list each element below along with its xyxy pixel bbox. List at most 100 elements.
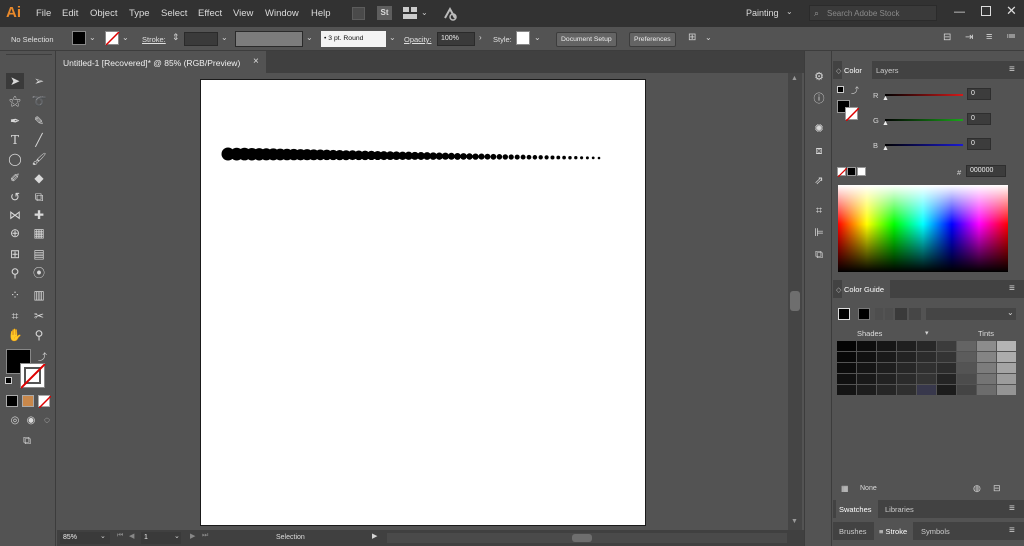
maximize-button[interactable]	[981, 6, 991, 16]
scroll-thumb[interactable]	[790, 291, 800, 311]
menu-object[interactable]: Object	[90, 8, 117, 19]
guide-swatch[interactable]	[877, 385, 896, 395]
chevron-down-icon[interactable]: ⌄	[306, 33, 313, 42]
export-icon[interactable]: ⇗	[810, 173, 828, 189]
menu-select[interactable]: Select	[161, 8, 187, 19]
menu-file[interactable]: File	[36, 8, 51, 19]
chevron-down-icon[interactable]: ⌄	[174, 532, 180, 540]
edit-colors-icon[interactable]: ◍	[973, 483, 981, 494]
pathfinder-icon[interactable]: ⧉	[810, 247, 828, 263]
guide-swatch[interactable]	[957, 363, 976, 373]
hand-tool-icon[interactable]: ✋	[6, 327, 24, 343]
slice-tool-icon[interactable]: ✂	[30, 308, 48, 324]
blend-tool-icon[interactable]: ⦿	[30, 265, 48, 281]
menu-edit[interactable]: Edit	[62, 8, 78, 19]
default-colors-icon[interactable]	[837, 86, 844, 93]
none-mode-icon[interactable]	[38, 395, 51, 408]
chevron-down-icon[interactable]: ⌄	[421, 8, 428, 17]
panel-menu-icon[interactable]: ≡	[1009, 64, 1015, 75]
menu-list-icon[interactable]: ≔	[1006, 31, 1016, 42]
scroll-up-icon[interactable]: ▲	[791, 75, 798, 82]
chevron-down-icon[interactable]: ⌄	[534, 33, 541, 42]
align-icon[interactable]: ⊫	[810, 225, 828, 241]
guide-swatch[interactable]	[917, 385, 936, 395]
guide-swatch[interactable]	[957, 385, 976, 395]
mesh-tool-icon[interactable]: ⊞	[6, 246, 24, 262]
black-swatch[interactable]	[847, 167, 856, 176]
tab-color[interactable]: Color	[844, 66, 862, 75]
harmony-rules-dropdown[interactable]	[926, 308, 1016, 320]
puppet-warp-tool-icon[interactable]: ✚	[30, 207, 48, 223]
guide-swatch[interactable]	[997, 385, 1016, 395]
harmony-swatch[interactable]	[858, 308, 870, 320]
previous-artboard-icon[interactable]: ◀	[129, 532, 134, 540]
guide-swatch[interactable]	[897, 374, 916, 384]
preferences-button[interactable]: Preferences	[629, 32, 676, 47]
green-value-field[interactable]: 0	[967, 113, 991, 125]
tab-swatches[interactable]: Swatches	[839, 505, 872, 514]
guide-swatch[interactable]	[837, 352, 856, 362]
perspective-grid-tool-icon[interactable]: ▦	[30, 225, 48, 241]
guide-swatch[interactable]	[977, 374, 996, 384]
graph-tool-icon[interactable]: ▥	[30, 287, 48, 303]
guide-swatch[interactable]	[837, 374, 856, 384]
chevron-down-icon[interactable]: ⌄	[89, 33, 96, 42]
guide-swatch[interactable]	[877, 352, 896, 362]
stroke-label[interactable]: Stroke:	[142, 35, 166, 44]
guide-swatch[interactable]	[857, 385, 876, 395]
paintbrush-tool-icon[interactable]: 🖌	[30, 151, 48, 167]
chevron-down-icon[interactable]: ⌄	[389, 33, 396, 42]
type-tool-icon[interactable]: T	[6, 132, 24, 148]
harmony-swatch[interactable]	[909, 308, 921, 320]
save-swatches-icon[interactable]: ⊟	[993, 483, 1001, 494]
stroke-color-swatch[interactable]	[845, 107, 859, 121]
tab-layers[interactable]: Layers	[876, 66, 899, 75]
properties-icon[interactable]: ⚙	[810, 69, 828, 85]
transform-icon[interactable]: ⌗	[810, 203, 828, 219]
guide-swatch[interactable]	[977, 341, 996, 351]
hex-value-field[interactable]: 000000	[966, 165, 1006, 177]
harmony-swatch[interactable]	[895, 308, 907, 320]
guide-swatch[interactable]	[937, 341, 956, 351]
green-slider[interactable]	[885, 119, 963, 121]
guide-swatch[interactable]	[877, 341, 896, 351]
rotate-tool-icon[interactable]: ↺	[6, 189, 24, 205]
gradient-tool-icon[interactable]: ▤	[30, 246, 48, 262]
guide-swatch[interactable]	[837, 341, 856, 351]
guide-swatch[interactable]	[897, 363, 916, 373]
scroll-thumb[interactable]	[572, 534, 592, 542]
horizontal-scrollbar[interactable]	[387, 533, 787, 543]
guide-swatch[interactable]	[857, 363, 876, 373]
tab-color-guide[interactable]: Color Guide	[844, 285, 884, 294]
color-mode-icon[interactable]	[6, 395, 18, 407]
fill-swatch[interactable]	[72, 31, 86, 45]
arrange-icon[interactable]: ⊟	[943, 32, 951, 43]
minimize-button[interactable]: —	[954, 6, 965, 18]
guide-swatch[interactable]	[897, 385, 916, 395]
guide-swatch[interactable]	[857, 374, 876, 384]
stroke-weight-stepper[interactable]: ⇕	[172, 32, 180, 43]
guide-swatch[interactable]	[877, 374, 896, 384]
zoom-tool-icon[interactable]: ⚲	[30, 327, 48, 343]
guide-swatch[interactable]	[837, 363, 856, 373]
menu-help[interactable]: Help	[311, 8, 331, 19]
selection-tool-icon[interactable]: ➤	[6, 73, 24, 89]
guide-swatch[interactable]	[917, 341, 936, 351]
chevron-right-icon[interactable]: ›	[479, 33, 482, 42]
guide-swatch[interactable]	[917, 352, 936, 362]
arrange-documents-icon[interactable]	[403, 7, 417, 19]
opacity-field[interactable]: 100%	[437, 32, 475, 46]
last-artboard-icon[interactable]: ⏭	[202, 532, 208, 540]
magic-wand-tool-icon[interactable]: ⚝	[6, 93, 24, 109]
opacity-label[interactable]: Opacity:	[404, 35, 432, 44]
panel-menu-icon[interactable]: ⇥	[965, 32, 973, 43]
color-spectrum[interactable]	[838, 185, 1008, 272]
gradient-mode-icon[interactable]	[22, 395, 34, 407]
artboard[interactable]	[200, 79, 646, 526]
scroll-down-icon[interactable]: ▼	[791, 518, 798, 525]
guide-swatch[interactable]	[857, 352, 876, 362]
guide-swatch[interactable]	[857, 341, 876, 351]
document-tab[interactable]: Untitled-1 [Recovered]* @ 85% (RGB/Previ…	[56, 51, 266, 73]
none-swatch[interactable]	[837, 167, 847, 177]
chevron-down-icon[interactable]: ⌄	[786, 7, 793, 16]
